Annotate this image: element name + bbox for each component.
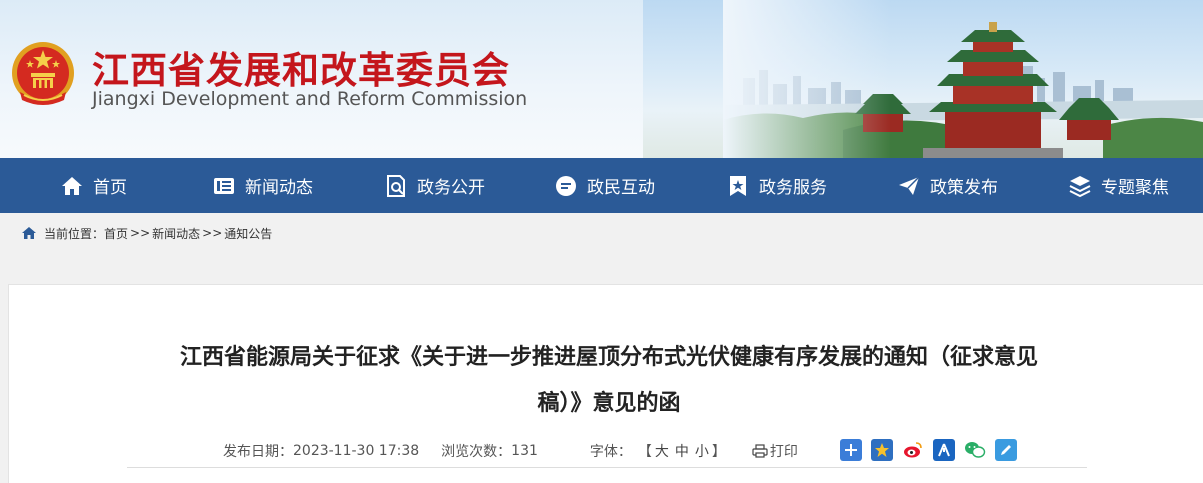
nav-item-gov-affairs[interactable]: 政务公开 xyxy=(384,158,485,213)
site-subtitle: Jiangxi Development and Reform Commissio… xyxy=(92,88,528,110)
layers-icon xyxy=(1069,175,1091,197)
font-large-button[interactable]: 大 xyxy=(655,441,669,461)
plus-share-icon[interactable] xyxy=(840,439,862,461)
nav-item-label: 新闻动态 xyxy=(245,178,313,198)
national-emblem-icon xyxy=(12,42,74,105)
star-bookmark-icon xyxy=(730,175,746,196)
main-nav: 首页 新闻动态 政务公开 政民互动 政务服务 政策发布 专题聚焦 xyxy=(0,158,1203,213)
breadcrumb-notice-link[interactable]: 通知公告 xyxy=(224,225,272,242)
bracket-close: 】 xyxy=(711,444,726,460)
date-label: 发布日期： xyxy=(223,444,293,460)
font-medium-button[interactable]: 中 xyxy=(675,441,689,461)
nav-item-label: 首页 xyxy=(93,178,127,198)
breadcrumb-separator: >> xyxy=(202,226,223,240)
qzone-star-icon[interactable] xyxy=(871,439,893,461)
view-count: 131 xyxy=(511,443,538,459)
breadcrumb-separator: >> xyxy=(130,226,151,240)
weibo-icon[interactable] xyxy=(902,439,924,461)
article-title-line: 江西省能源局关于征求《关于进一步推进屋顶分布式光伏健康有序发展的通知（征求意见 xyxy=(179,345,1038,370)
article-title-line: 稿）》意见的函 xyxy=(537,391,681,416)
printer-icon xyxy=(752,444,768,458)
news-icon xyxy=(214,177,234,194)
site-title: 江西省发展和改革委员会 xyxy=(92,49,510,92)
nav-item-interaction[interactable]: 政民互动 xyxy=(554,158,655,213)
renren-icon[interactable] xyxy=(933,439,955,461)
wechat-icon[interactable] xyxy=(964,439,986,461)
nav-item-label: 政策发布 xyxy=(930,178,998,198)
views-label: 浏览次数： xyxy=(441,444,512,460)
print-label: 打印 xyxy=(769,444,798,460)
nav-item-label: 政民互动 xyxy=(587,178,655,198)
nav-item-label: 政务服务 xyxy=(759,178,827,198)
nav-item-topics[interactable]: 专题聚焦 xyxy=(1068,158,1169,213)
article-title: 江西省能源局关于征求《关于进一步推进屋顶分布式光伏健康有序发展的通知（征求意见 … xyxy=(129,335,1089,427)
breadcrumb-home-link[interactable]: 首页 xyxy=(104,225,128,242)
chat-icon xyxy=(556,175,576,196)
paper-plane-icon xyxy=(899,175,920,195)
nav-item-policy[interactable]: 政策发布 xyxy=(897,158,998,213)
nav-item-label: 政务公开 xyxy=(417,178,485,198)
tengwang-pavilion-banner xyxy=(723,0,1203,158)
article-meta: 发布日期： 2023-11-30 17:38 浏览次数： 131 字体： 【 大… xyxy=(223,441,798,461)
breadcrumb: 当前位置： 首页 >> 新闻动态 >> 通知公告 xyxy=(0,213,1203,253)
breadcrumb-news-link[interactable]: 新闻动态 xyxy=(152,225,200,242)
print-button[interactable]: 打印 xyxy=(752,441,798,461)
search-doc-icon xyxy=(387,174,405,197)
edit-icon[interactable] xyxy=(995,439,1017,461)
nav-item-news[interactable]: 新闻动态 xyxy=(212,158,313,213)
article-panel: 江西省能源局关于征求《关于进一步推进屋顶分布式光伏健康有序发展的通知（征求意见 … xyxy=(8,284,1203,483)
home-icon xyxy=(62,176,82,195)
font-size-label: 字体： xyxy=(589,444,632,460)
share-bar xyxy=(840,439,1026,461)
nav-item-services[interactable]: 政务服务 xyxy=(726,158,827,213)
nav-item-home[interactable]: 首页 xyxy=(60,158,127,213)
divider xyxy=(127,467,1087,468)
publish-date: 2023-11-30 17:38 xyxy=(293,443,420,459)
home-icon xyxy=(22,227,36,239)
breadcrumb-prefix: 当前位置： xyxy=(44,226,105,241)
nav-item-label: 专题聚焦 xyxy=(1101,178,1169,198)
site-header: 江西省发展和改革委员会 Jiangxi Development and Refo… xyxy=(0,0,1203,158)
bracket-open: 【 xyxy=(637,444,652,460)
font-small-button[interactable]: 小 xyxy=(695,441,709,461)
